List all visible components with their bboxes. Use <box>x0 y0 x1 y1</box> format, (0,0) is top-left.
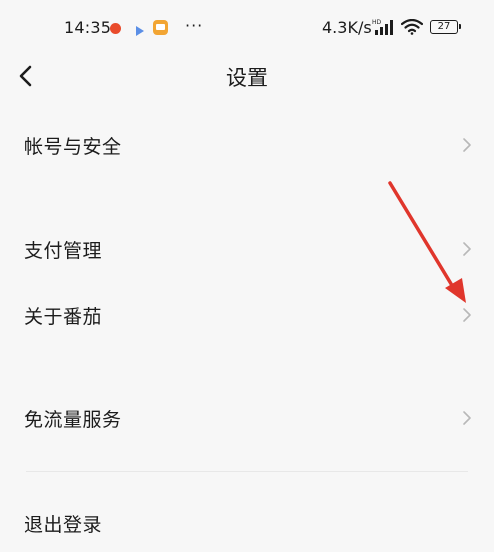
chevron-right-icon <box>462 410 472 430</box>
chevron-right-icon <box>462 137 472 157</box>
page-title: 设置 <box>226 66 268 90</box>
settings-item-about[interactable]: 关于番茄 <box>0 288 494 344</box>
settings-item-label: 支付管理 <box>24 240 103 262</box>
status-more: ··· <box>185 16 204 35</box>
play-icon <box>135 22 145 41</box>
signal-tag: HD <box>372 19 382 26</box>
settings-item-label: 免流量服务 <box>24 409 122 431</box>
wifi-icon <box>400 18 424 39</box>
settings-item-payment[interactable]: 支付管理 <box>0 222 494 278</box>
logout-button[interactable]: 退出登录 <box>0 496 494 552</box>
red-dot-icon <box>110 23 121 34</box>
chevron-right-icon <box>462 241 472 261</box>
divider <box>26 471 468 472</box>
settings-item-label: 帐号与安全 <box>24 136 122 158</box>
settings-item-account-security[interactable]: 帐号与安全 <box>0 118 494 174</box>
status-time: 14:35 <box>64 18 112 37</box>
settings-item-label: 退出登录 <box>24 514 103 536</box>
battery-icon: 27 <box>430 20 461 34</box>
signal-icon: HD <box>372 18 396 40</box>
settings-item-label: 关于番茄 <box>24 306 103 328</box>
status-bar: 14:35 ··· 4.3K/s HD 27 <box>0 0 494 58</box>
settings-item-free-data[interactable]: 免流量服务 <box>0 391 494 447</box>
nav-bar: 设置 <box>0 52 494 98</box>
app-icon <box>153 20 168 35</box>
network-speed: 4.3K/s <box>322 18 372 37</box>
chevron-right-icon <box>462 307 472 327</box>
